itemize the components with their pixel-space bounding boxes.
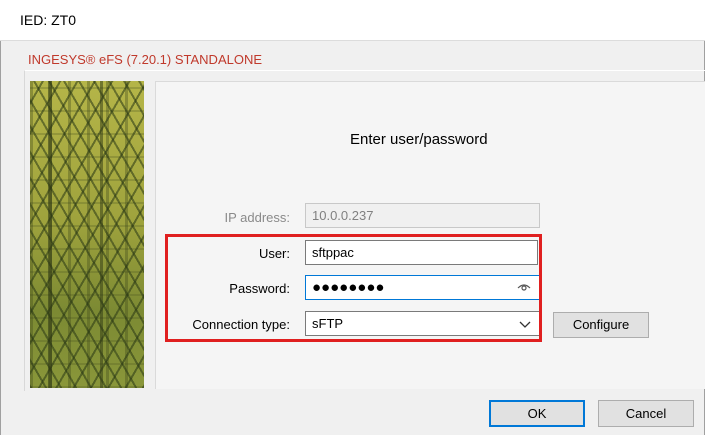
substation-banner-image: [30, 81, 144, 388]
window-border-left: [0, 0, 1, 435]
title-bar: IED: ZT0: [0, 0, 705, 41]
ip-address-field: 10.0.0.237: [305, 203, 540, 228]
configure-button[interactable]: Configure: [553, 312, 649, 338]
window-title: IED: ZT0: [20, 12, 77, 28]
ip-address-label: IP address:: [224, 210, 290, 225]
product-label: INGESYS® eFS (7.20.1) STANDALONE: [28, 52, 263, 67]
login-heading: Enter user/password: [350, 131, 488, 148]
highlight-box: [165, 234, 542, 342]
ip-address-value: 10.0.0.237: [312, 208, 374, 223]
ok-button[interactable]: OK: [489, 400, 585, 427]
cancel-button[interactable]: Cancel: [598, 400, 694, 427]
